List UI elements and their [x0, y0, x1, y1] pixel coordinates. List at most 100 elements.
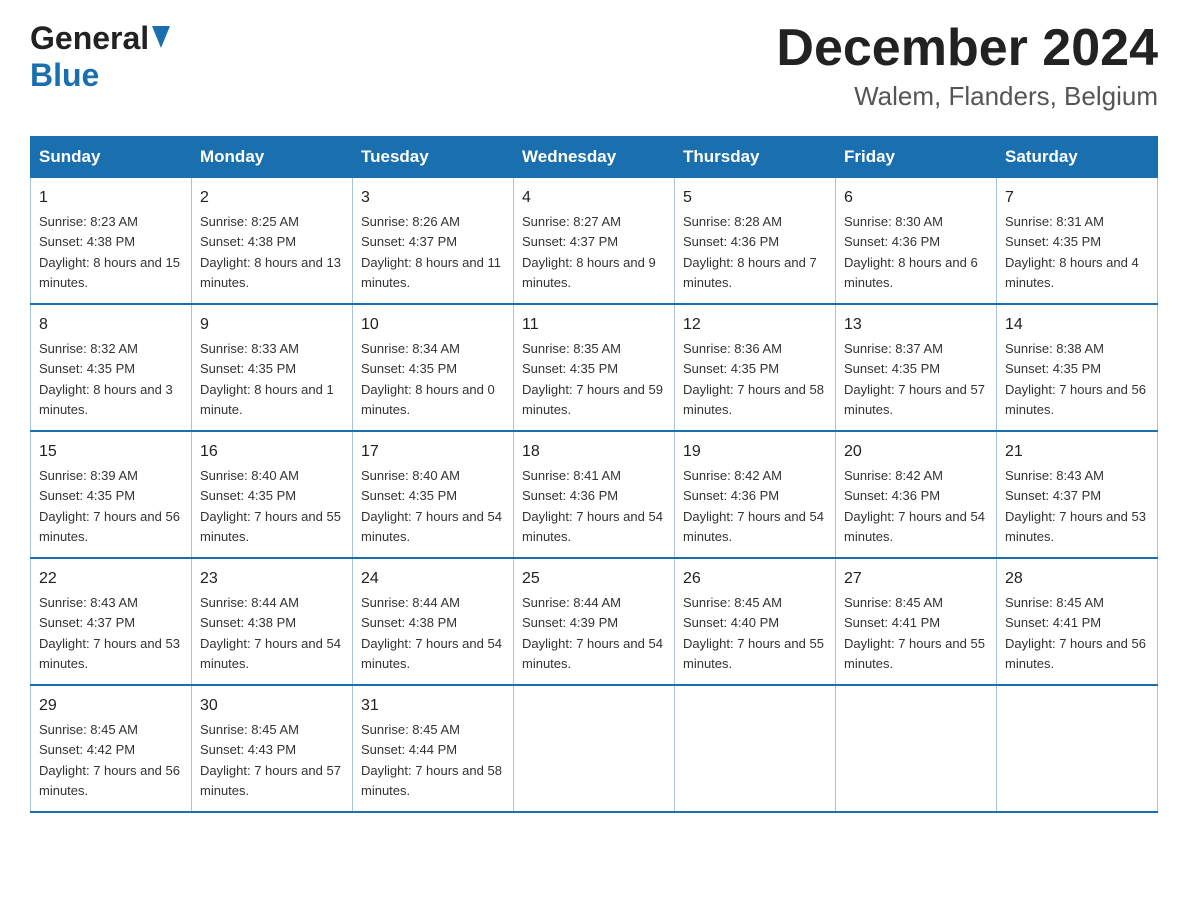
day-info: Sunrise: 8:45 AMSunset: 4:44 PMDaylight:… — [361, 722, 502, 798]
day-number: 28 — [1005, 567, 1149, 591]
calendar-cell: 5 Sunrise: 8:28 AMSunset: 4:36 PMDayligh… — [675, 178, 836, 305]
day-number: 15 — [39, 440, 183, 464]
week-row-1: 1 Sunrise: 8:23 AMSunset: 4:38 PMDayligh… — [31, 178, 1158, 305]
day-info: Sunrise: 8:41 AMSunset: 4:36 PMDaylight:… — [522, 468, 663, 544]
calendar-cell — [836, 685, 997, 812]
day-number: 16 — [200, 440, 344, 464]
calendar-cell: 6 Sunrise: 8:30 AMSunset: 4:36 PMDayligh… — [836, 178, 997, 305]
calendar-cell: 4 Sunrise: 8:27 AMSunset: 4:37 PMDayligh… — [514, 178, 675, 305]
calendar-cell: 22 Sunrise: 8:43 AMSunset: 4:37 PMDaylig… — [31, 558, 192, 685]
day-info: Sunrise: 8:32 AMSunset: 4:35 PMDaylight:… — [39, 341, 173, 417]
day-info: Sunrise: 8:45 AMSunset: 4:42 PMDaylight:… — [39, 722, 180, 798]
calendar-cell: 1 Sunrise: 8:23 AMSunset: 4:38 PMDayligh… — [31, 178, 192, 305]
day-number: 26 — [683, 567, 827, 591]
col-header-tuesday: Tuesday — [353, 137, 514, 178]
day-number: 10 — [361, 313, 505, 337]
day-info: Sunrise: 8:31 AMSunset: 4:35 PMDaylight:… — [1005, 214, 1139, 290]
col-header-sunday: Sunday — [31, 137, 192, 178]
title-area: December 2024 Walem, Flanders, Belgium — [776, 20, 1158, 112]
calendar-cell: 24 Sunrise: 8:44 AMSunset: 4:38 PMDaylig… — [353, 558, 514, 685]
logo-arrow-icon — [152, 26, 170, 53]
day-info: Sunrise: 8:36 AMSunset: 4:35 PMDaylight:… — [683, 341, 824, 417]
col-header-saturday: Saturday — [997, 137, 1158, 178]
week-row-3: 15 Sunrise: 8:39 AMSunset: 4:35 PMDaylig… — [31, 431, 1158, 558]
calendar-cell: 15 Sunrise: 8:39 AMSunset: 4:35 PMDaylig… — [31, 431, 192, 558]
day-info: Sunrise: 8:37 AMSunset: 4:35 PMDaylight:… — [844, 341, 985, 417]
day-number: 25 — [522, 567, 666, 591]
calendar-cell: 17 Sunrise: 8:40 AMSunset: 4:35 PMDaylig… — [353, 431, 514, 558]
calendar-cell: 31 Sunrise: 8:45 AMSunset: 4:44 PMDaylig… — [353, 685, 514, 812]
day-number: 1 — [39, 186, 183, 210]
day-info: Sunrise: 8:44 AMSunset: 4:39 PMDaylight:… — [522, 595, 663, 671]
col-header-wednesday: Wednesday — [514, 137, 675, 178]
day-info: Sunrise: 8:28 AMSunset: 4:36 PMDaylight:… — [683, 214, 817, 290]
day-number: 29 — [39, 694, 183, 718]
day-info: Sunrise: 8:23 AMSunset: 4:38 PMDaylight:… — [39, 214, 180, 290]
calendar-header-row: SundayMondayTuesdayWednesdayThursdayFrid… — [31, 137, 1158, 178]
day-number: 19 — [683, 440, 827, 464]
day-info: Sunrise: 8:45 AMSunset: 4:41 PMDaylight:… — [1005, 595, 1146, 671]
calendar-cell: 12 Sunrise: 8:36 AMSunset: 4:35 PMDaylig… — [675, 304, 836, 431]
day-info: Sunrise: 8:33 AMSunset: 4:35 PMDaylight:… — [200, 341, 334, 417]
day-info: Sunrise: 8:43 AMSunset: 4:37 PMDaylight:… — [1005, 468, 1146, 544]
day-number: 23 — [200, 567, 344, 591]
day-info: Sunrise: 8:40 AMSunset: 4:35 PMDaylight:… — [200, 468, 341, 544]
day-info: Sunrise: 8:25 AMSunset: 4:38 PMDaylight:… — [200, 214, 341, 290]
calendar-cell: 7 Sunrise: 8:31 AMSunset: 4:35 PMDayligh… — [997, 178, 1158, 305]
day-number: 20 — [844, 440, 988, 464]
day-number: 4 — [522, 186, 666, 210]
day-info: Sunrise: 8:38 AMSunset: 4:35 PMDaylight:… — [1005, 341, 1146, 417]
calendar-cell — [514, 685, 675, 812]
day-number: 30 — [200, 694, 344, 718]
calendar-cell: 3 Sunrise: 8:26 AMSunset: 4:37 PMDayligh… — [353, 178, 514, 305]
day-info: Sunrise: 8:45 AMSunset: 4:41 PMDaylight:… — [844, 595, 985, 671]
day-info: Sunrise: 8:44 AMSunset: 4:38 PMDaylight:… — [200, 595, 341, 671]
calendar-cell: 8 Sunrise: 8:32 AMSunset: 4:35 PMDayligh… — [31, 304, 192, 431]
day-number: 6 — [844, 186, 988, 210]
week-row-5: 29 Sunrise: 8:45 AMSunset: 4:42 PMDaylig… — [31, 685, 1158, 812]
day-info: Sunrise: 8:45 AMSunset: 4:43 PMDaylight:… — [200, 722, 341, 798]
week-row-4: 22 Sunrise: 8:43 AMSunset: 4:37 PMDaylig… — [31, 558, 1158, 685]
calendar-cell: 11 Sunrise: 8:35 AMSunset: 4:35 PMDaylig… — [514, 304, 675, 431]
day-number: 8 — [39, 313, 183, 337]
day-info: Sunrise: 8:26 AMSunset: 4:37 PMDaylight:… — [361, 214, 501, 290]
day-number: 13 — [844, 313, 988, 337]
day-info: Sunrise: 8:34 AMSunset: 4:35 PMDaylight:… — [361, 341, 495, 417]
col-header-monday: Monday — [192, 137, 353, 178]
day-number: 17 — [361, 440, 505, 464]
logo-area: General Blue — [30, 20, 170, 94]
calendar-cell: 25 Sunrise: 8:44 AMSunset: 4:39 PMDaylig… — [514, 558, 675, 685]
calendar-cell — [675, 685, 836, 812]
day-info: Sunrise: 8:45 AMSunset: 4:40 PMDaylight:… — [683, 595, 824, 671]
day-info: Sunrise: 8:44 AMSunset: 4:38 PMDaylight:… — [361, 595, 502, 671]
calendar-cell: 2 Sunrise: 8:25 AMSunset: 4:38 PMDayligh… — [192, 178, 353, 305]
logo-general-text: General — [30, 20, 149, 57]
day-number: 5 — [683, 186, 827, 210]
day-number: 18 — [522, 440, 666, 464]
calendar-cell: 23 Sunrise: 8:44 AMSunset: 4:38 PMDaylig… — [192, 558, 353, 685]
day-info: Sunrise: 8:42 AMSunset: 4:36 PMDaylight:… — [844, 468, 985, 544]
calendar-cell: 19 Sunrise: 8:42 AMSunset: 4:36 PMDaylig… — [675, 431, 836, 558]
day-number: 21 — [1005, 440, 1149, 464]
day-info: Sunrise: 8:30 AMSunset: 4:36 PMDaylight:… — [844, 214, 978, 290]
calendar-cell: 20 Sunrise: 8:42 AMSunset: 4:36 PMDaylig… — [836, 431, 997, 558]
day-number: 9 — [200, 313, 344, 337]
month-title: December 2024 — [776, 20, 1158, 77]
day-info: Sunrise: 8:40 AMSunset: 4:35 PMDaylight:… — [361, 468, 502, 544]
day-number: 12 — [683, 313, 827, 337]
day-number: 24 — [361, 567, 505, 591]
day-number: 31 — [361, 694, 505, 718]
week-row-2: 8 Sunrise: 8:32 AMSunset: 4:35 PMDayligh… — [31, 304, 1158, 431]
calendar-cell: 10 Sunrise: 8:34 AMSunset: 4:35 PMDaylig… — [353, 304, 514, 431]
calendar-cell: 13 Sunrise: 8:37 AMSunset: 4:35 PMDaylig… — [836, 304, 997, 431]
calendar-cell: 16 Sunrise: 8:40 AMSunset: 4:35 PMDaylig… — [192, 431, 353, 558]
day-info: Sunrise: 8:43 AMSunset: 4:37 PMDaylight:… — [39, 595, 180, 671]
day-number: 3 — [361, 186, 505, 210]
col-header-thursday: Thursday — [675, 137, 836, 178]
location-subtitle: Walem, Flanders, Belgium — [776, 81, 1158, 112]
calendar-cell: 28 Sunrise: 8:45 AMSunset: 4:41 PMDaylig… — [997, 558, 1158, 685]
day-number: 2 — [200, 186, 344, 210]
calendar-cell: 21 Sunrise: 8:43 AMSunset: 4:37 PMDaylig… — [997, 431, 1158, 558]
calendar-cell: 29 Sunrise: 8:45 AMSunset: 4:42 PMDaylig… — [31, 685, 192, 812]
calendar-cell: 18 Sunrise: 8:41 AMSunset: 4:36 PMDaylig… — [514, 431, 675, 558]
